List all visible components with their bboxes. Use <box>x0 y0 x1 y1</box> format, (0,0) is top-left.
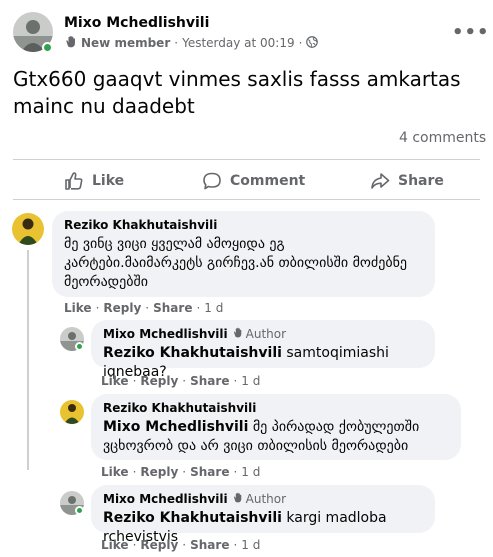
reply-share-link[interactable]: Share <box>190 465 229 479</box>
author-tag-label: Author <box>245 327 287 341</box>
comment-author[interactable]: Reziko Khakhutaishvili <box>64 218 423 232</box>
author-tag: Author <box>232 492 286 506</box>
comments-count-link[interactable]: 4 comments <box>399 130 486 146</box>
reply-actions: Like · Reply · Share · 1 d <box>101 538 261 552</box>
new-member-hand-icon <box>64 35 77 51</box>
reply-like-link[interactable]: Like <box>101 374 129 388</box>
author-hand-icon <box>232 492 243 506</box>
comment-share-link[interactable]: Share <box>153 301 192 315</box>
thumbs-up-icon <box>64 171 84 191</box>
reply-reply-link[interactable]: Reply <box>140 374 178 388</box>
online-status-dot <box>75 506 84 515</box>
divider-top <box>13 159 480 160</box>
meta-separator: · <box>298 36 303 50</box>
online-status-dot <box>42 42 53 53</box>
post-author-name[interactable]: Mixo Mchedlishvili <box>64 15 209 31</box>
reply-author[interactable]: Mixo Mchedlishvili <box>103 492 228 506</box>
comment-reply-link[interactable]: Reply <box>103 301 141 315</box>
online-status-dot <box>75 342 84 351</box>
post-meta: New member · Yesterday at 00:19 · <box>64 35 319 51</box>
reply-bubble: Reziko Khakhutaishvili Mixo Mchedlishvil… <box>91 394 461 460</box>
comment-like-link[interactable]: Like <box>64 301 92 315</box>
mention-link[interactable]: Mixo Mchedlishvili <box>103 419 248 435</box>
reply-time[interactable]: 1 d <box>241 538 260 552</box>
author-tag: Author <box>232 327 286 341</box>
reply-share-link[interactable]: Share <box>190 538 229 552</box>
meta-separator: · <box>174 36 179 50</box>
post-more-options-button[interactable]: ••• <box>452 22 490 43</box>
post-timestamp[interactable]: Yesterday at 00:19 <box>182 36 295 50</box>
comment-bubble-icon <box>202 171 222 191</box>
post-text: Gtx660 gaaqvt vinmes saxlis fasss amkart… <box>13 67 461 118</box>
share-arrow-icon <box>370 171 390 191</box>
like-button[interactable]: Like <box>64 171 124 191</box>
mention-link[interactable]: Reziko Khakhutaishvili <box>103 510 282 526</box>
like-label: Like <box>92 173 125 189</box>
globe-icon <box>306 35 319 51</box>
comment-avatar[interactable] <box>12 213 44 245</box>
reply-reply-link[interactable]: Reply <box>140 465 178 479</box>
share-button[interactable]: Share <box>370 171 444 191</box>
reply-like-link[interactable]: Like <box>101 465 129 479</box>
reply-time[interactable]: 1 d <box>241 465 260 479</box>
comment-label: Comment <box>230 173 306 189</box>
reply-author[interactable]: Reziko Khakhutaishvili <box>103 401 449 415</box>
comment-actions: Like · Reply · Share · 1 d <box>64 301 224 315</box>
reply-avatar[interactable] <box>60 400 84 424</box>
reply-author[interactable]: Mixo Mchedlishvili <box>103 327 228 341</box>
reply-actions: Like · Reply · Share · 1 d <box>101 374 261 388</box>
reply-thread-line <box>27 250 29 470</box>
reply-actions: Like · Reply · Share · 1 d <box>101 465 261 479</box>
comment-time[interactable]: 1 d <box>204 301 223 315</box>
reply-bubble: Mixo Mchedlishvili Author Reziko Khakhut… <box>91 320 435 380</box>
share-label: Share <box>398 173 444 189</box>
reply-bubble: Mixo Mchedlishvili Author Reziko Khakhut… <box>91 485 435 545</box>
mention-link[interactable]: Reziko Khakhutaishvili <box>103 345 282 361</box>
member-badge[interactable]: New member <box>81 36 170 50</box>
reply-share-link[interactable]: Share <box>190 374 229 388</box>
author-hand-icon <box>232 327 243 341</box>
comment-button[interactable]: Comment <box>202 171 305 191</box>
divider-bottom <box>13 199 480 200</box>
reply-reply-link[interactable]: Reply <box>140 538 178 552</box>
comment-text: მე ვინც ვიცი ყველამ ამოყიდა ეგ კარტები.მ… <box>64 236 407 290</box>
comment-bubble: Reziko Khakhutaishvili მე ვინც ვიცი ყველ… <box>52 211 435 297</box>
reply-time[interactable]: 1 d <box>241 374 260 388</box>
reply-like-link[interactable]: Like <box>101 538 129 552</box>
author-tag-label: Author <box>245 492 287 506</box>
